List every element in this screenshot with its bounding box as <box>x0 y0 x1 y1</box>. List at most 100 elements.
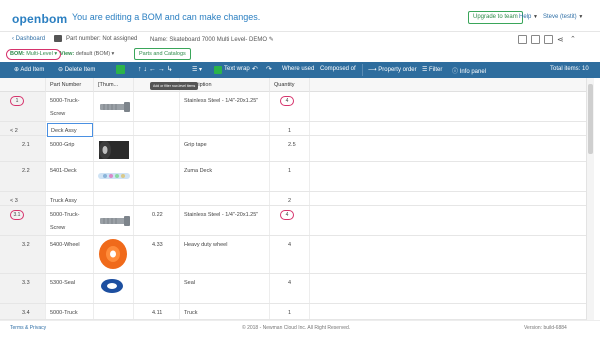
row-index-cell[interactable]: < 2 <box>0 122 46 135</box>
quantity-cell-wrap[interactable]: 4 <box>270 274 310 303</box>
text-wrap-checkbox[interactable] <box>214 66 222 74</box>
row-index-cell[interactable]: 3.3 <box>0 274 46 303</box>
terms-privacy-link[interactable]: Terms & Privacy <box>10 325 46 331</box>
description-cell[interactable]: Stainless Steel - 1/4"-20x1.25" <box>180 92 270 121</box>
property-order-button[interactable]: ⟶ Property order <box>368 66 417 73</box>
where-used-button[interactable]: Where used <box>282 66 314 72</box>
quantity-cell-wrap[interactable]: 4 <box>270 236 310 273</box>
thumbnail-cell[interactable] <box>94 122 134 135</box>
redo-button[interactable]: ↷ <box>266 65 272 73</box>
column-header-thumbnail[interactable]: [Thum... <box>94 78 134 92</box>
undo-button[interactable]: ↶ <box>252 65 258 73</box>
thumbnail-cell[interactable] <box>94 206 134 235</box>
description-cell[interactable]: Stainless Steel - 1/4"-20x1.25" <box>180 206 270 235</box>
part-cell[interactable]: Deck Assy <box>46 122 94 137</box>
row-index-cell[interactable]: 2.1 <box>0 136 46 161</box>
text-wrap-toggle[interactable]: Text wrap <box>224 66 250 72</box>
thumbnail-cell[interactable] <box>94 136 134 161</box>
upgrade-button[interactable]: Upgrade to team <box>468 11 523 24</box>
quantity-cell-wrap[interactable]: 4 <box>270 92 310 121</box>
export-icon[interactable] <box>531 35 540 44</box>
description-cell[interactable]: Grip tape <box>180 136 270 161</box>
grid-view-icon[interactable] <box>116 65 125 74</box>
number-cell[interactable] <box>134 274 180 303</box>
part-cell[interactable]: Truck Assy <box>46 192 94 205</box>
row-index-cell[interactable]: 3.1 <box>0 206 46 235</box>
dashboard-link[interactable]: ‹ Dashboard <box>12 36 45 42</box>
number-cell[interactable] <box>134 136 180 161</box>
part-number-cell: Truck Assy <box>50 198 77 204</box>
row-index-cell[interactable]: 1 <box>0 92 46 121</box>
number-cell[interactable]: 0.22 <box>134 206 180 235</box>
column-header-part-number[interactable]: Part Number <box>46 78 94 92</box>
compare-icon[interactable] <box>518 35 527 44</box>
print-icon[interactable] <box>544 35 553 44</box>
thumbnail-cell[interactable] <box>94 274 134 303</box>
row-index-cell[interactable]: 3.2 <box>0 236 46 273</box>
bom-type-selector[interactable]: BOM: Multi-Level ▾ <box>6 49 62 60</box>
number-cell[interactable] <box>134 122 180 135</box>
thumbnail-cell[interactable] <box>94 304 134 319</box>
quantity-cell-wrap[interactable]: 2.5 <box>270 136 310 161</box>
number-cell[interactable] <box>134 92 180 121</box>
vertical-scrollbar[interactable] <box>586 78 594 320</box>
number-cell[interactable]: 4.33 <box>134 236 180 273</box>
part-number-edit-field[interactable]: Deck Assy <box>47 123 93 137</box>
part-cell[interactable]: 5000-Truck <box>46 304 94 319</box>
edit-pencil-icon[interactable]: ✎ <box>269 37 274 43</box>
table-row[interactable]: < 3 Truck Assy 2 <box>0 192 586 206</box>
scrollbar-thumb[interactable] <box>588 84 593 154</box>
number-cell[interactable] <box>134 162 180 191</box>
row-index-cell[interactable]: 3.4 <box>0 304 46 319</box>
table-row[interactable]: 3.3 5300-Seal Seal 4 <box>0 274 586 304</box>
part-cell[interactable]: 5000-Truck- Screw <box>46 206 94 235</box>
description-cell[interactable]: Seal <box>180 274 270 303</box>
quantity-cell-wrap[interactable]: 1 <box>270 122 310 135</box>
table-row[interactable]: 3.1 5000-Truck- Screw 0.22 Stainless Steel -… <box>0 206 586 236</box>
delete-item-button[interactable]: ⊖ Delete Item <box>58 66 95 73</box>
table-row[interactable]: 3.4 5000-Truck 4.11 Truck 1 <box>0 304 586 320</box>
move-arrows[interactable]: ↑ ↓ ← → ↳ <box>138 65 173 73</box>
help-menu[interactable]: Help ▼ <box>519 14 538 20</box>
column-header-quantity[interactable]: Quantity <box>270 78 310 92</box>
table-row[interactable]: 1 5000-Truck- Screw Stainless Steel - 1/4"-… <box>0 92 586 122</box>
user-menu[interactable]: Steve (testit) ▼ <box>543 14 583 20</box>
number-cell[interactable]: 4.11 <box>134 304 180 319</box>
description-cell[interactable]: Truck <box>180 304 270 319</box>
description-cell[interactable]: Zuma Deck <box>180 162 270 191</box>
collapse-icon[interactable]: ⌃ <box>570 35 579 44</box>
quantity-cell-wrap[interactable]: 2 <box>270 192 310 205</box>
info-panel-button[interactable]: ⓘ Info panel <box>452 66 486 75</box>
parts-catalogs-button[interactable]: Parts and Catalogs <box>134 48 191 60</box>
number-cell[interactable] <box>134 192 180 205</box>
openbom-logo[interactable]: openbom <box>12 12 67 26</box>
add-item-button[interactable]: ⊕ Add Item <box>14 66 44 73</box>
row-index-cell[interactable]: < 3 <box>0 192 46 205</box>
part-cell[interactable]: 5300-Seal <box>46 274 94 303</box>
part-cell[interactable]: 5000-Grip <box>46 136 94 161</box>
thumbnail-cell[interactable] <box>94 92 134 121</box>
columns-menu[interactable]: ☰ ▾ <box>192 66 202 73</box>
thumbnail-cell[interactable] <box>94 192 134 205</box>
row-index-cell[interactable]: 2.2 <box>0 162 46 191</box>
table-row[interactable]: 2.2 5401-Deck Zuma Deck 1 <box>0 162 586 192</box>
composed-of-button[interactable]: Composed of <box>320 66 356 72</box>
description-cell[interactable] <box>180 192 270 205</box>
thumbnail-cell[interactable] <box>94 236 134 273</box>
table-row[interactable]: 3.2 5400-Wheel 4.33 Heavy duty wheel 4 <box>0 236 586 274</box>
quantity-cell-wrap[interactable]: 1 <box>270 162 310 191</box>
part-cell[interactable]: 5400-Wheel <box>46 236 94 273</box>
quantity-cell: 4 <box>288 242 292 248</box>
table-row[interactable]: 2.1 5000-Grip Grip tape 2.5 <box>0 136 586 162</box>
description-cell[interactable] <box>180 122 270 135</box>
part-cell[interactable]: 5000-Truck- Screw <box>46 92 94 121</box>
share-icon[interactable]: ⋖ <box>557 35 566 44</box>
description-cell[interactable]: Heavy duty wheel <box>180 236 270 273</box>
quantity-cell-wrap[interactable]: 1 <box>270 304 310 319</box>
table-row[interactable]: < 2 Deck Assy 1 <box>0 122 586 137</box>
part-cell[interactable]: 5401-Deck <box>46 162 94 191</box>
filter-button[interactable]: ☰ Filter <box>422 66 442 73</box>
quantity-cell-wrap[interactable]: 4 <box>270 206 310 235</box>
view-selector[interactable]: View: default (BOM) ▾ <box>60 51 114 57</box>
thumbnail-cell[interactable] <box>94 162 134 191</box>
